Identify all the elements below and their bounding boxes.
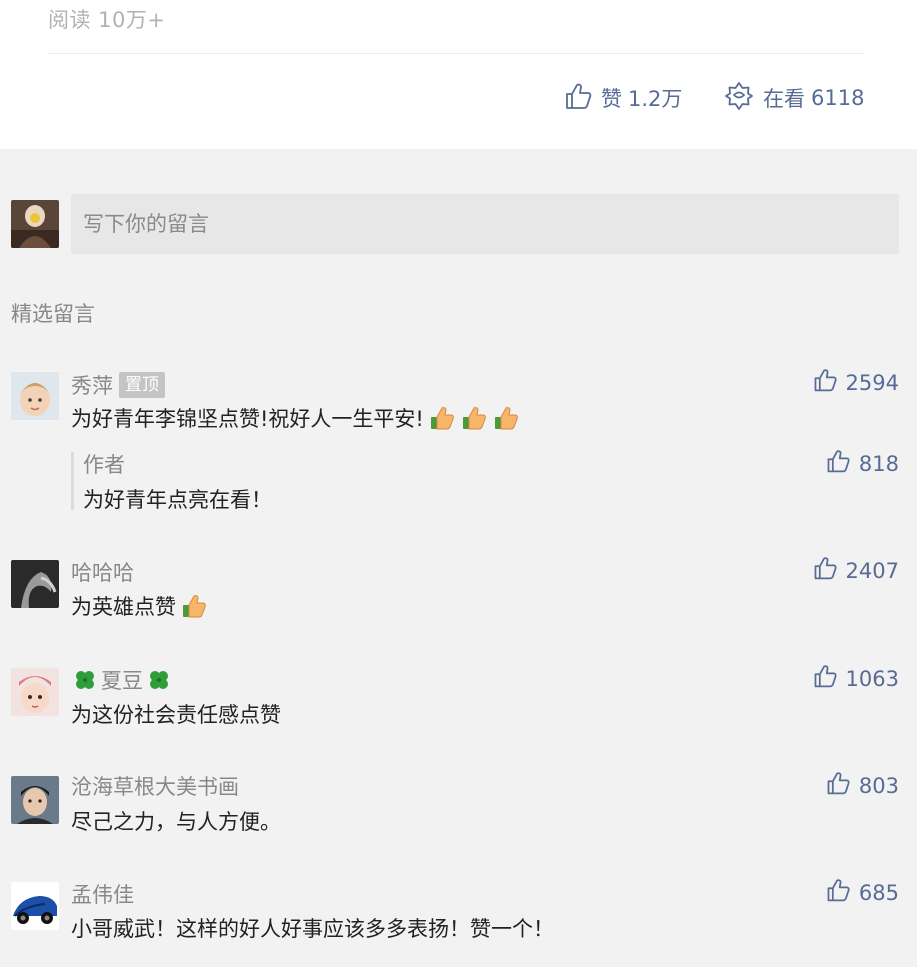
comment-author-name: 夏豆 (101, 669, 143, 693)
comment-text-content: 尽己之力，与人方便。 (71, 810, 281, 834)
reply-bar (71, 452, 74, 510)
comment-text: 为这份社会责任感点赞 (71, 699, 281, 729)
thumbs-up-icon (825, 770, 851, 801)
comment-like-button[interactable]: 2594 (812, 367, 899, 398)
thumbs-up-icon (825, 448, 851, 479)
comment-text-content: 为好青年李锦坚点赞!祝好人一生平安! (71, 407, 424, 431)
thumbs-up-icon (812, 555, 838, 586)
comment-like-button[interactable]: 1063 (812, 663, 899, 694)
thumbs-up-icon (812, 663, 838, 694)
comment-like-count: 2407 (845, 558, 899, 583)
comment-text-content: 小哥威武！这样的好人好事应该多多表扬！赞一个！ (71, 917, 554, 941)
looking-count: 6118 (811, 86, 865, 110)
avatar (11, 776, 59, 824)
looking-icon (723, 80, 755, 117)
comment-author-name: 哈哈哈 (71, 561, 134, 585)
four-leaf-clover-icon (71, 666, 99, 694)
looking-button[interactable]: 在看 6118 (723, 80, 864, 116)
reply-like-count: 818 (858, 451, 899, 476)
comment-text: 为好青年李锦坚点赞!祝好人一生平安! (71, 403, 520, 433)
divider (48, 53, 864, 54)
comment-author[interactable]: 秀萍 置顶 (71, 370, 165, 400)
comment-like-button[interactable]: 685 (825, 877, 899, 908)
comment-text: 小哥威武！这样的好人好事应该多多表扬！赞一个！ (71, 913, 554, 943)
article-like-button[interactable]: 赞 1.2万 (563, 80, 682, 116)
avatar (11, 882, 59, 930)
comment-author[interactable]: 孟伟佳 (71, 879, 134, 909)
read-count: 阅读 10万+ (48, 8, 166, 32)
reply-text: 为好青年点亮在看！ (83, 488, 272, 512)
comment-like-count: 2594 (845, 370, 899, 395)
comment-author-name: 秀萍 (71, 374, 113, 398)
pinned-badge: 置顶 (119, 372, 165, 398)
comment-input[interactable]: 写下你的留言 (71, 194, 899, 254)
avatar (11, 372, 59, 420)
comment-like-count: 1063 (845, 666, 899, 691)
looking-label: 在看 (763, 87, 805, 111)
my-avatar (11, 200, 59, 248)
four-leaf-clover-icon (145, 666, 173, 694)
thumbs-up-icon (825, 877, 851, 908)
like-count: 1.2万 (628, 87, 683, 111)
thumbs-up-emoji-icon (492, 404, 520, 432)
reply-like-button[interactable]: 818 (825, 448, 899, 479)
comment-text-content: 为英雄点赞 (71, 595, 176, 619)
comment-like-count: 803 (858, 773, 899, 798)
comment-author-name: 沧海草根大美书画 (71, 775, 239, 799)
article-footer: 阅读 10万+ 赞 1.2万 在看 6118 (0, 0, 917, 149)
like-label: 赞 (601, 87, 622, 111)
comment-text-content: 为这份社会责任感点赞 (71, 703, 281, 727)
comment-like-button[interactable]: 803 (825, 770, 899, 801)
thumbs-up-emoji-icon (180, 592, 208, 620)
thumbs-up-emoji-icon (460, 404, 488, 432)
reply-author-name: 作者 (83, 453, 125, 477)
comment-text: 尽己之力，与人方便。 (71, 806, 281, 836)
thumbs-up-icon (563, 81, 593, 116)
comment-author[interactable]: 夏豆 (71, 665, 173, 695)
comment-author[interactable]: 哈哈哈 (71, 557, 134, 587)
comment-author-name: 孟伟佳 (71, 883, 134, 907)
featured-comments-title: 精选留言 (11, 302, 95, 326)
avatar (11, 668, 59, 716)
comment-text: 为英雄点赞 (71, 591, 208, 621)
thumbs-up-emoji-icon (428, 404, 456, 432)
comment-author[interactable]: 沧海草根大美书画 (71, 771, 239, 801)
thumbs-up-icon (812, 367, 838, 398)
comment-like-button[interactable]: 2407 (812, 555, 899, 586)
comment-like-count: 685 (858, 880, 899, 905)
avatar (11, 560, 59, 608)
